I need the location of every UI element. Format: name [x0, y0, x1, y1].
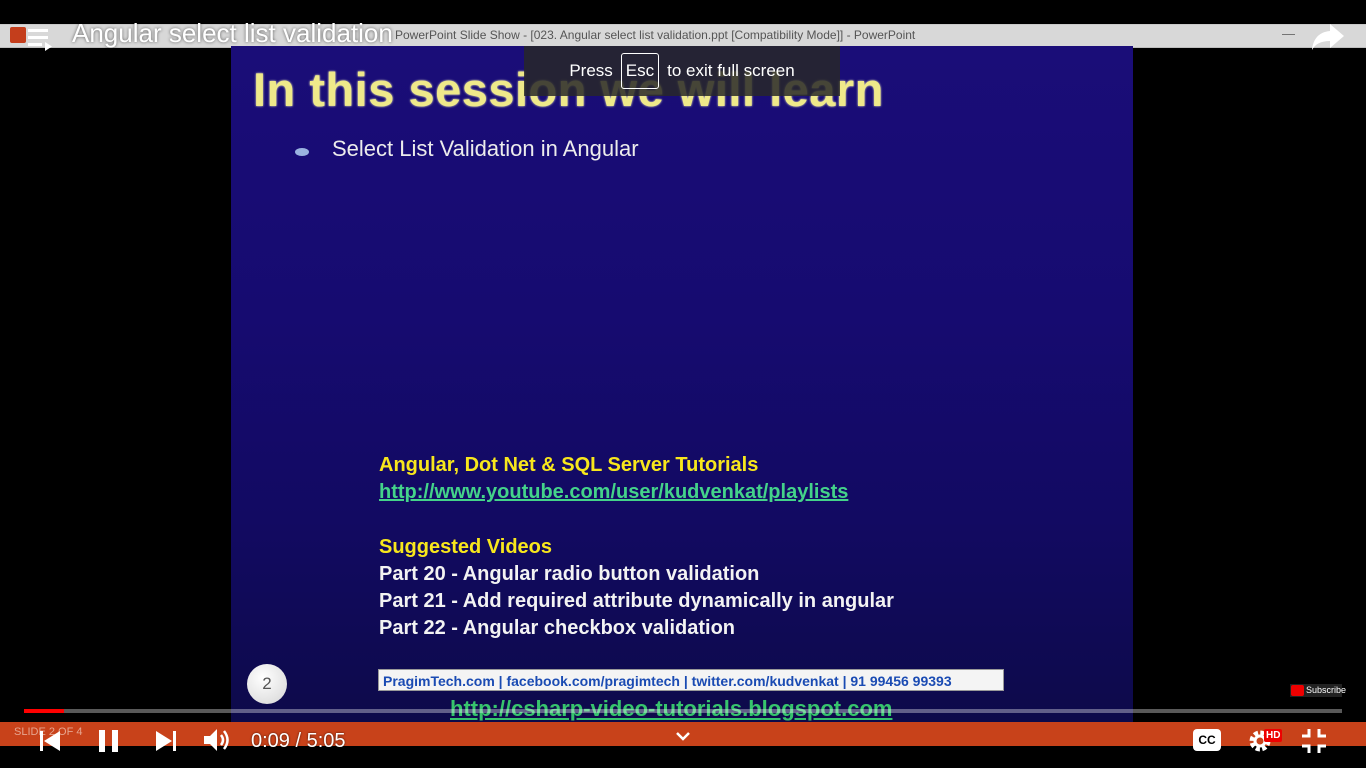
footer-banner: PragimTech.com | facebook.com/pragimtech… — [378, 669, 1004, 691]
powerpoint-window-title: PowerPoint Slide Show - [023. Angular se… — [395, 28, 916, 42]
youtube-logo-icon — [1291, 685, 1304, 696]
previous-icon[interactable] — [38, 729, 64, 753]
suggested-heading: Suggested Videos — [379, 536, 553, 558]
toast-press-text: Press — [569, 61, 613, 80]
subscribe-watermark[interactable]: Subscribe — [1290, 684, 1346, 697]
captions-icon[interactable]: CC — [1193, 729, 1221, 751]
suggested-item: Part 21 - Add required attribute dynamic… — [379, 590, 894, 612]
progress-played — [24, 709, 64, 713]
bullet-text: Select List Validation in Angular — [332, 136, 639, 161]
share-icon[interactable] — [1310, 20, 1346, 52]
pause-icon[interactable] — [96, 728, 122, 754]
bullet-icon — [295, 148, 309, 156]
time-display: 0:09 / 5:05 — [251, 730, 346, 752]
subscribe-label: Subscribe — [1306, 685, 1347, 695]
slide-number: 2 — [247, 664, 287, 704]
next-icon[interactable] — [153, 729, 179, 753]
minimize-icon: — — [1282, 26, 1295, 41]
hd-badge: HD — [1264, 729, 1283, 742]
fullscreen-toast: Press Esc to exit full screen — [524, 46, 840, 96]
tutorials-heading: Angular, Dot Net & SQL Server Tutorials — [379, 454, 759, 476]
suggested-item: Part 20 - Angular radio button validatio… — [379, 563, 760, 585]
playlist-icon[interactable] — [26, 26, 54, 52]
volume-icon[interactable] — [202, 726, 234, 754]
toast-exit-text: to exit full screen — [667, 61, 795, 80]
tutorials-link: http://www.youtube.com/user/kudvenkat/pl… — [379, 481, 849, 503]
progress-bar[interactable] — [24, 709, 1342, 713]
esc-key: Esc — [620, 53, 660, 89]
powerpoint-logo-icon — [10, 27, 26, 43]
slide: In this session we will learn Select Lis… — [231, 46, 1133, 722]
suggested-item: Part 22 - Angular checkbox validation — [379, 617, 736, 639]
video-title[interactable]: Angular select list validation — [72, 18, 393, 49]
exit-fullscreen-icon[interactable] — [1300, 727, 1328, 755]
chevron-down-icon[interactable] — [676, 730, 690, 742]
